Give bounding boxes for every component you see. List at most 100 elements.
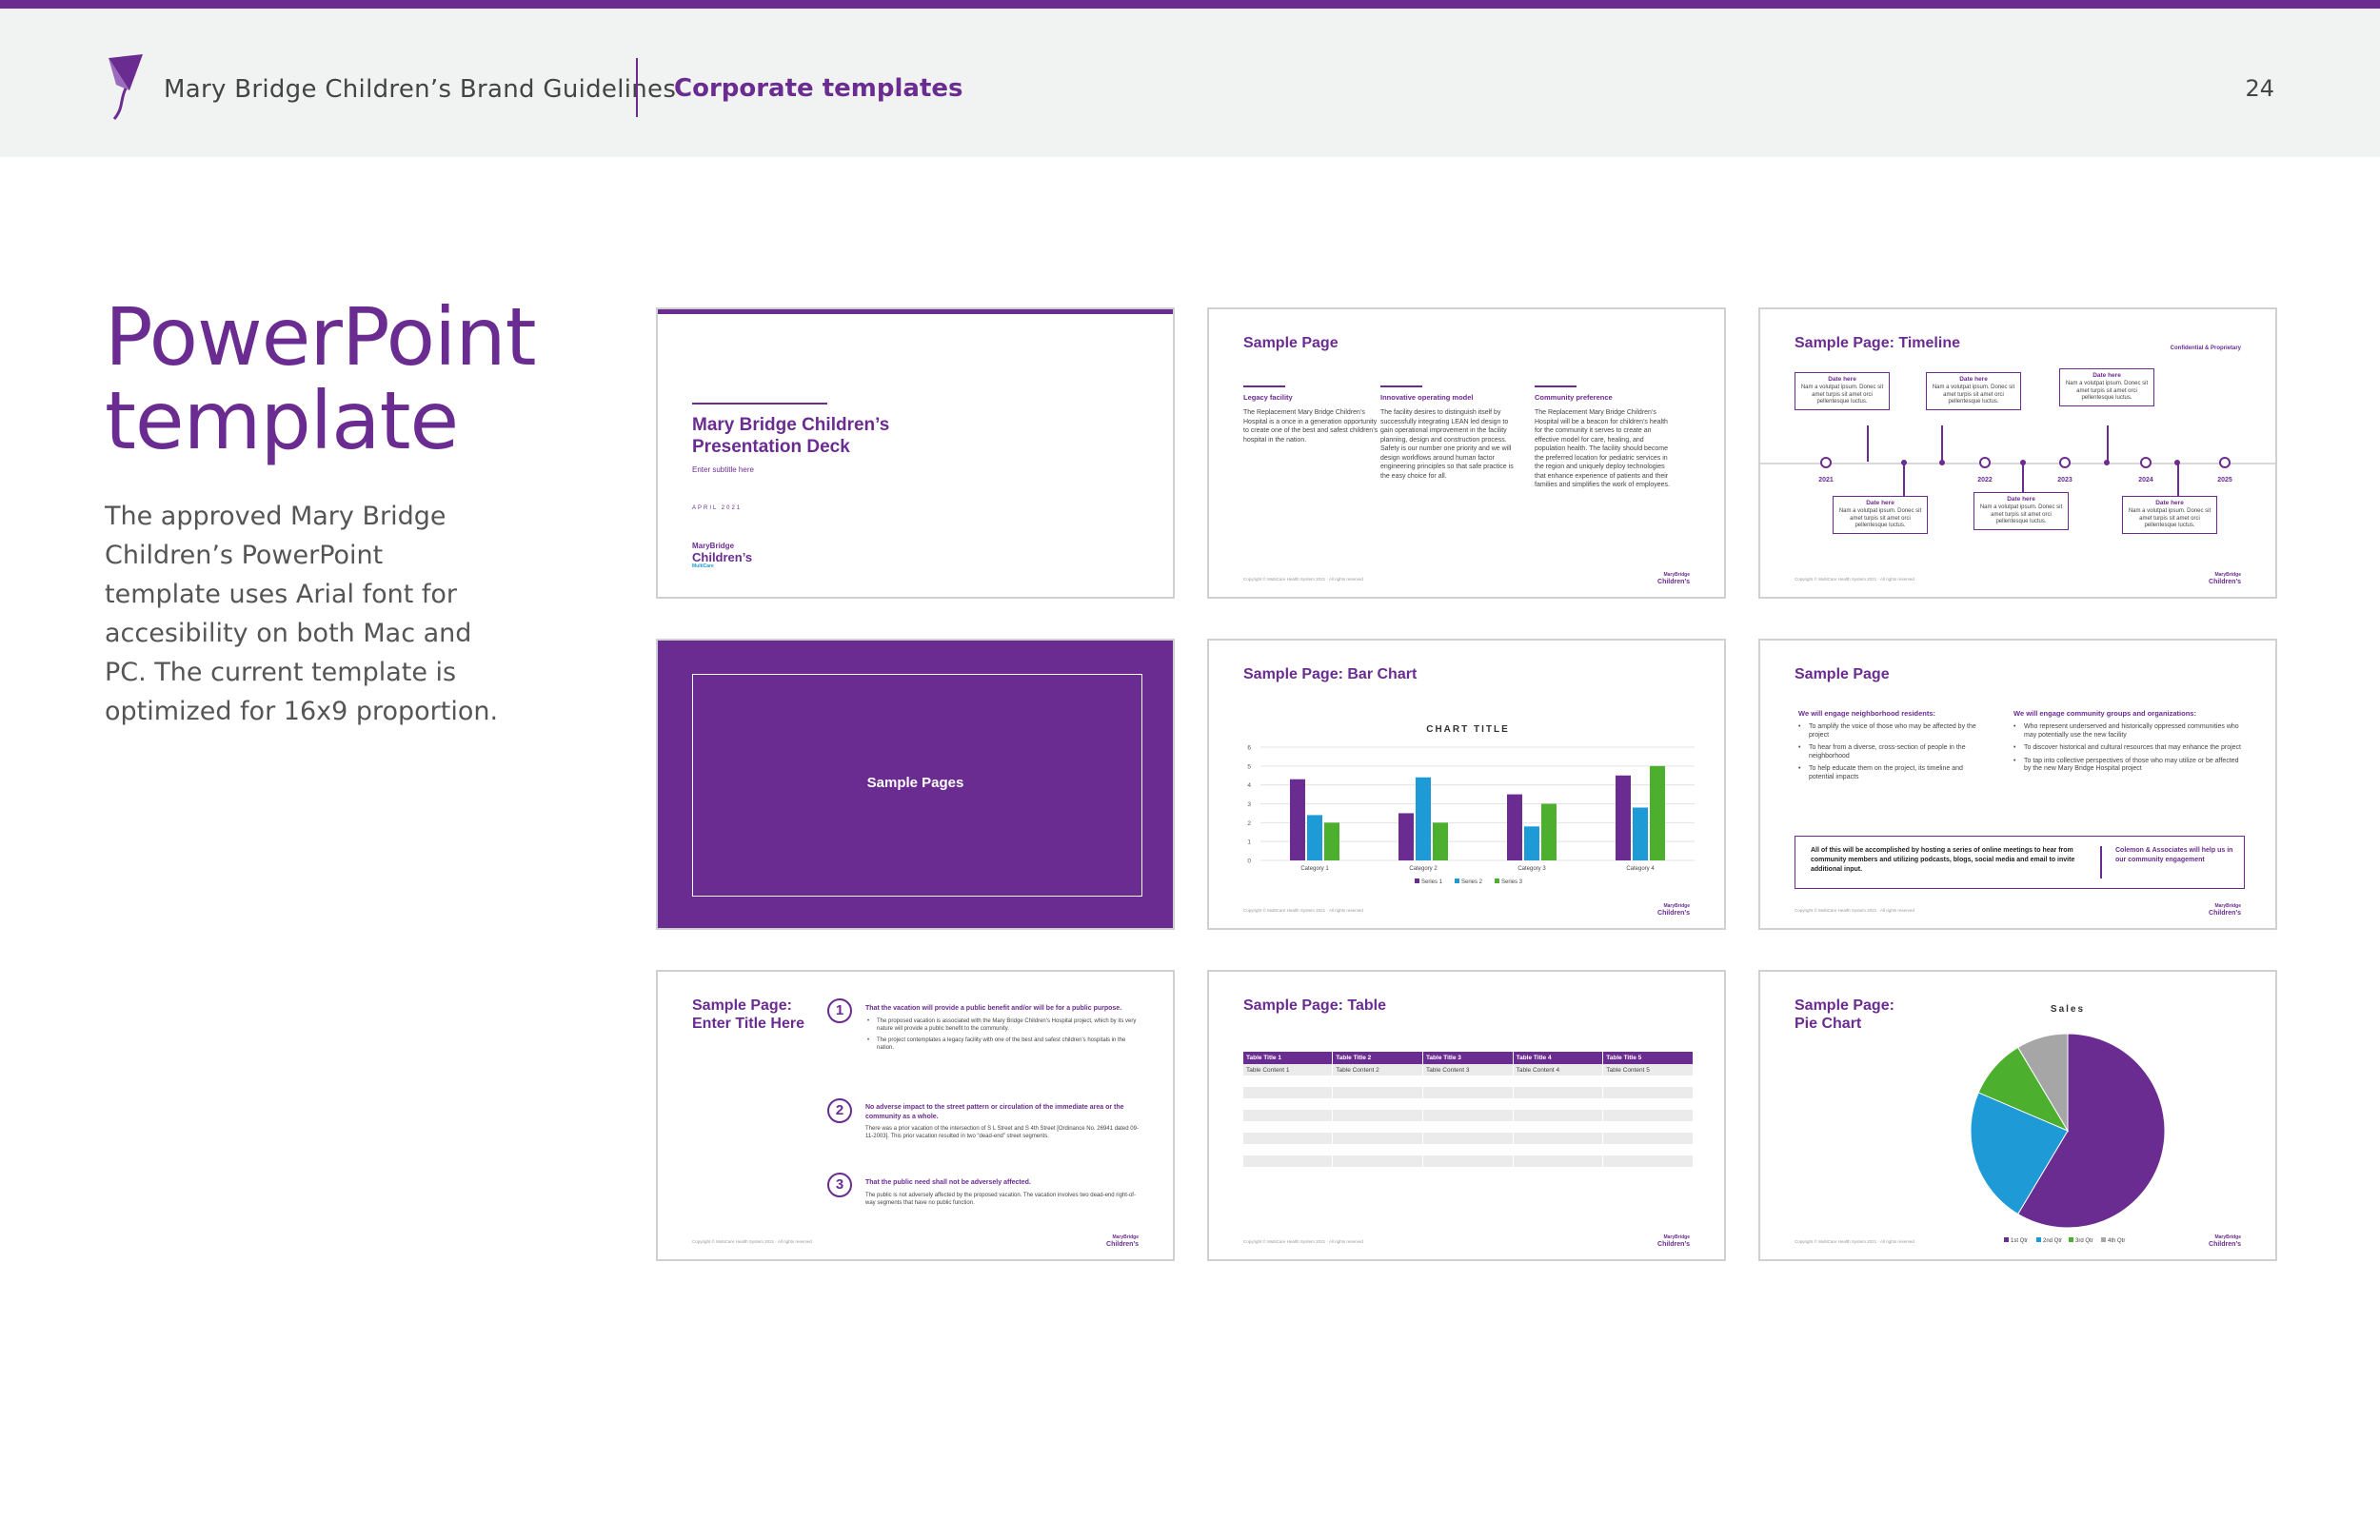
slide-footer: Copyright © MultiCare Health System 2021… [692, 1239, 812, 1244]
column-rule [1535, 385, 1577, 387]
year-label: 2025 [2217, 477, 2232, 484]
chart-title: CHART TITLE [1426, 724, 1510, 735]
date-heading: Date here [2155, 500, 2184, 506]
year-marker [1979, 457, 1991, 468]
callout-divider [2100, 846, 2102, 879]
bullet-item: To tap into collective perspectives of t… [2013, 758, 2247, 774]
logo-line: MaryBridge [2214, 1234, 2241, 1240]
slide-thumbnail-section-divider[interactable]: Sample Pages [656, 639, 1175, 930]
slide-title: Sample Page: Table [1243, 997, 1386, 1014]
number-badge: 1 [827, 998, 852, 1023]
date-text: Nam a volutpat ipsum. Donec sit amet tur… [1932, 385, 2015, 405]
logo-line: Children’s [2209, 1241, 2241, 1248]
table-header-cell: Table Title 3 [1422, 1052, 1514, 1064]
intro-description: The approved Mary Bridge Children’s Powe… [105, 502, 499, 726]
bar [1433, 822, 1448, 860]
slide-footer: Copyright © MultiCare Health System 2021… [1243, 577, 1363, 582]
year-label: 2023 [2057, 477, 2073, 484]
bullet-item: To help educate them on the project, its… [1798, 765, 1989, 781]
slide-thumbnail-bullets[interactable]: Sample Page We will engage neighborhood … [1758, 639, 2277, 930]
slide-footer: Copyright © MultiCare Health System 2021… [1243, 1239, 1363, 1244]
column-heading: Legacy facility [1243, 393, 1293, 402]
slide-title: Sample Page: Timeline [1795, 335, 1960, 351]
table-row [1243, 1076, 1694, 1087]
bar [1416, 777, 1431, 860]
legend-label: 1st Qtr [2011, 1238, 2028, 1244]
table-cell: Table Content 1 [1243, 1064, 1334, 1076]
legend-label: 3rd Qtr [2075, 1238, 2093, 1244]
column-heading: Community preference [1535, 393, 1613, 402]
date-text: Nam a volutpat ipsum. Donec sit amet tur… [1979, 504, 2063, 524]
brand-guidelines-title: Mary Bridge Children’s Brand Guidelines [164, 75, 677, 104]
slide-thumbnail-timeline[interactable]: Sample Page: Timeline Confidential & Pro… [1758, 307, 2277, 599]
year-marker [2219, 457, 2231, 468]
timeline-dot [1939, 460, 1945, 465]
timeline-box: Date here Nam a volutpat ipsum. Donec sit… [1833, 496, 1928, 534]
logo-line: Children’s [1657, 910, 1690, 917]
numbered-item: That the public need shall not be advers… [865, 1178, 1141, 1207]
item-text: There was a prior vacation of the inters… [865, 1126, 1139, 1139]
timeline-dot [2174, 460, 2180, 465]
date-heading: Date here [1828, 376, 1856, 383]
column-heading: Innovative operating model [1380, 393, 1474, 402]
column-text: The facility desires to distinguish itse… [1380, 409, 1514, 480]
table-row [1243, 1133, 1694, 1144]
content-column: Community preference The Replacement Mar… [1535, 385, 1673, 490]
legend-swatch [1455, 879, 1459, 883]
slide-thumbnail-sample-page[interactable]: Sample Page Legacy facility The Replacem… [1207, 307, 1726, 599]
connector-line [2107, 425, 2109, 462]
bullet-item: Who represent underserved and historical… [2013, 723, 2247, 740]
bar [1616, 775, 1631, 860]
table-cell: Table Content 2 [1332, 1064, 1423, 1076]
connector-line [1867, 425, 1869, 462]
slide-footer: Copyright © MultiCare Health System 2021… [1795, 577, 1914, 582]
y-tick-label: 3 [1247, 801, 1251, 808]
timeline-dot [2104, 460, 2110, 465]
slide-logo: MaryBridge Children’s [2209, 572, 2241, 585]
timeline-axis [1760, 463, 2275, 464]
slide-thumbnail-pie-chart[interactable]: Sample Page: Pie Chart Sales 1st Qtr 2nd Q… [1758, 970, 2277, 1261]
table-header-row: Table Title 1 Table Title 2 Table Title … [1243, 1052, 1694, 1064]
slide-thumbnail-bar-chart[interactable]: Sample Page: Bar Chart CHART TITLE 0 1 2 3 4 5… [1207, 639, 1726, 930]
legend-label: Series 1 [1421, 879, 1443, 885]
slide-title: Sample Page [1243, 335, 1339, 351]
slide-footer: Copyright © MultiCare Health System 2021… [1795, 908, 1914, 913]
bar [1507, 794, 1522, 860]
slide-footer: Copyright © MultiCare Health System 2021… [1795, 1239, 1914, 1244]
year-label: 2024 [2138, 477, 2153, 484]
logo-line: MaryBridge [2214, 903, 2241, 909]
connector-line [1903, 464, 1905, 496]
timeline-box: Date here Nam a volutpat ipsum. Donec sit… [2122, 496, 2217, 534]
slide-thumbnail-table[interactable]: Sample Page: Table Table Title 1 Table T… [1207, 970, 1726, 1261]
deck-title: Mary Bridge Children’s Presentation Deck [692, 415, 890, 457]
section-divider-label: Sample Pages [866, 775, 964, 791]
number-badge: 2 [827, 1098, 852, 1123]
column-heading: We will engage community groups and orga… [2013, 709, 2196, 718]
item-heading: That the public need shall not be advers… [865, 1179, 1031, 1186]
header-divider [636, 58, 638, 117]
timeline-dot [2020, 460, 2026, 465]
logo-line: Children’s [1657, 579, 1690, 585]
bullet-item: To hear from a diverse, cross-section of… [1798, 744, 1989, 760]
legend-swatch [2069, 1237, 2073, 1242]
logo-line: Children’s [1657, 1241, 1690, 1248]
callout-text: All of this will be accomplished by host… [1811, 847, 2075, 873]
item-heading: No adverse impact to the street pattern … [865, 1104, 1124, 1120]
pie-chart: Sales 1st Qtr 2nd Qtr 3rd Qtr 4th Qtr [1970, 1004, 2166, 1244]
deck-subtitle: Enter subtitle here [692, 465, 754, 474]
column-text: The Replacement Mary Bridge Children’s H… [1535, 409, 1671, 488]
legend-swatch [1495, 879, 1499, 883]
slide-title: Sample Page: Enter Title Here [692, 997, 804, 1032]
slide-thumbnail-title[interactable]: Mary Bridge Children’s Presentation Deck… [656, 307, 1175, 599]
slide-top-bar [658, 309, 1173, 314]
table-header-cell: Table Title 1 [1243, 1052, 1334, 1064]
numbered-item: That the vacation will provide a public … [865, 1004, 1141, 1056]
table-row [1243, 1144, 1694, 1155]
connector-line [1941, 425, 1943, 462]
legend-label: 4th Qtr [2108, 1238, 2125, 1244]
logo-line: MaryBridge [2214, 572, 2241, 578]
logo-line: Children’s [2209, 579, 2241, 585]
slide-thumbnail-numbered-list[interactable]: Sample Page: Enter Title Here 1 That the… [656, 970, 1175, 1261]
table-cell: Table Content 3 [1422, 1064, 1514, 1076]
table-header-cell: Table Title 4 [1513, 1052, 1604, 1064]
